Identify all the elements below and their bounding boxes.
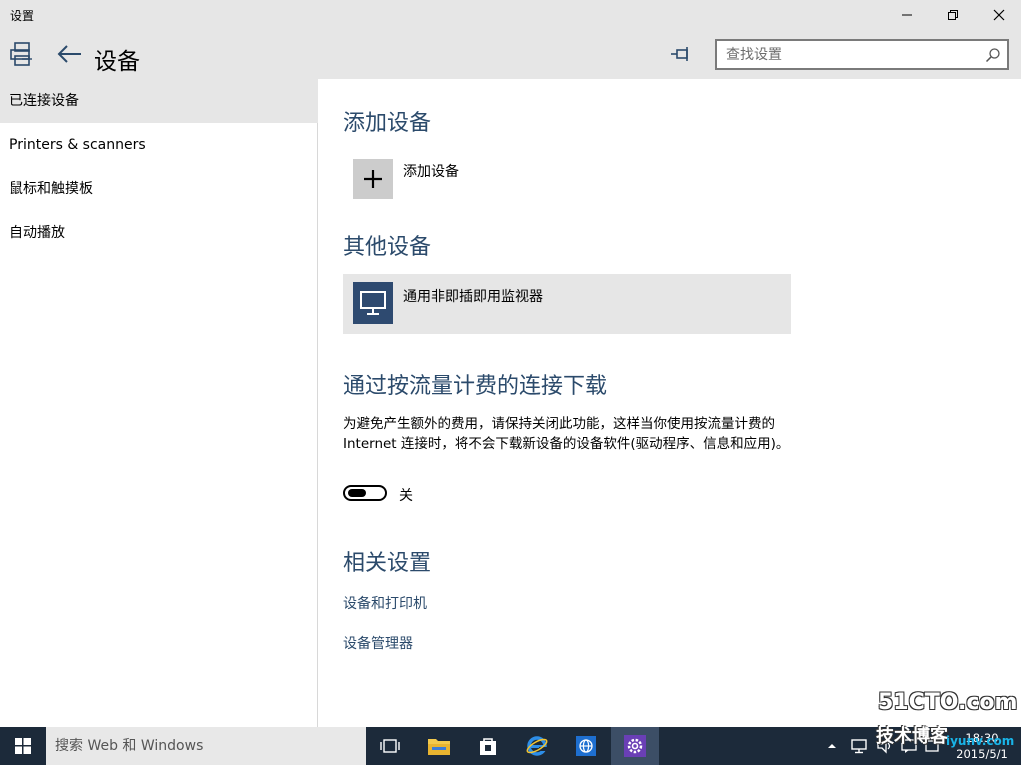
close-button[interactable] xyxy=(976,0,1021,30)
store-icon xyxy=(480,738,496,755)
title-bar: 设置 xyxy=(0,0,1021,30)
other-devices-heading: 其他设备 xyxy=(343,235,432,260)
globe-icon xyxy=(576,736,596,756)
start-button[interactable] xyxy=(0,727,46,765)
page-title: 设备 xyxy=(94,49,140,75)
metered-heading: 通过按流量计费的连接下载 xyxy=(343,374,608,399)
add-device-button[interactable] xyxy=(353,159,393,199)
network-icon[interactable] xyxy=(850,738,870,754)
monitor-icon xyxy=(360,291,386,315)
main-content: 添加设备 添加设备 其他设备 通用非即插即用监视器 通过按流量计费的连接下载 为… xyxy=(319,79,1021,727)
devices-home-icon[interactable] xyxy=(8,40,36,68)
minimize-icon xyxy=(902,14,912,16)
task-view-button[interactable] xyxy=(366,727,414,765)
toggle-state-label: 关 xyxy=(399,488,413,504)
add-device-label[interactable]: 添加设备 xyxy=(403,161,459,181)
sidebar-item-connected-devices[interactable]: 已连接设备 xyxy=(0,79,318,123)
file-explorer-button[interactable] xyxy=(415,727,463,765)
pin-icon[interactable] xyxy=(669,44,693,64)
related-settings-heading: 相关设置 xyxy=(343,551,432,576)
sidebar-item-mouse-touchpad[interactable]: 鼠标和触摸板 xyxy=(0,167,318,211)
add-device-heading: 添加设备 xyxy=(343,111,432,136)
sidebar-item-printers-scanners[interactable]: Printers & scanners xyxy=(0,123,318,167)
volume-icon[interactable] xyxy=(876,738,894,754)
metered-toggle[interactable] xyxy=(343,485,387,501)
restore-button[interactable] xyxy=(930,0,976,30)
settings-app-button[interactable] xyxy=(611,727,659,765)
monitor-tile xyxy=(353,282,393,324)
folder-icon xyxy=(428,739,450,755)
search-box[interactable] xyxy=(715,39,1009,70)
plus-icon xyxy=(364,170,382,188)
search-input[interactable] xyxy=(717,41,977,68)
chevron-up-icon[interactable] xyxy=(826,740,838,752)
taskbar: 搜索 Web 和 Windows 18:30 2015/5/1 xyxy=(0,727,1021,765)
back-arrow-icon[interactable] xyxy=(56,42,84,66)
sidebar-item-autoplay[interactable]: 自动播放 xyxy=(0,211,318,255)
input-method-icon[interactable] xyxy=(924,738,940,754)
task-view-icon xyxy=(380,739,400,753)
metered-description: 为避免产生额外的费用，请保持关闭此功能，这样当你使用按流量计费的 Interne… xyxy=(343,416,790,452)
device-name: 通用非即插即用监视器 xyxy=(403,289,543,305)
windows-logo-icon xyxy=(15,738,31,754)
sidebar: 已连接设备 Printers & scanners 鼠标和触摸板 自动播放 xyxy=(0,79,318,727)
internet-explorer-button[interactable] xyxy=(513,727,561,765)
restore-icon xyxy=(948,10,958,20)
close-icon xyxy=(993,9,1005,21)
store-button[interactable] xyxy=(464,727,512,765)
toggle-knob xyxy=(348,489,366,497)
clock-time: 18:30 xyxy=(965,731,999,745)
taskbar-clock[interactable]: 18:30 2015/5/1 xyxy=(951,730,1013,762)
minimize-button[interactable] xyxy=(884,0,930,30)
window-title: 设置 xyxy=(10,9,35,23)
system-tray xyxy=(826,727,940,765)
device-item[interactable]: 通用非即插即用监视器 xyxy=(343,274,791,334)
settings-header: 设备 xyxy=(0,30,1021,79)
search-icon[interactable] xyxy=(985,47,1001,63)
network-app-button[interactable] xyxy=(562,727,610,765)
clock-date: 2015/5/1 xyxy=(956,747,1008,761)
internet-explorer-icon xyxy=(526,736,548,756)
notifications-icon[interactable] xyxy=(900,738,918,754)
gear-icon xyxy=(624,735,646,757)
device-manager-link[interactable]: 设备管理器 xyxy=(343,633,413,653)
devices-printers-link[interactable]: 设备和打印机 xyxy=(343,593,427,613)
taskbar-search[interactable]: 搜索 Web 和 Windows xyxy=(46,727,366,765)
